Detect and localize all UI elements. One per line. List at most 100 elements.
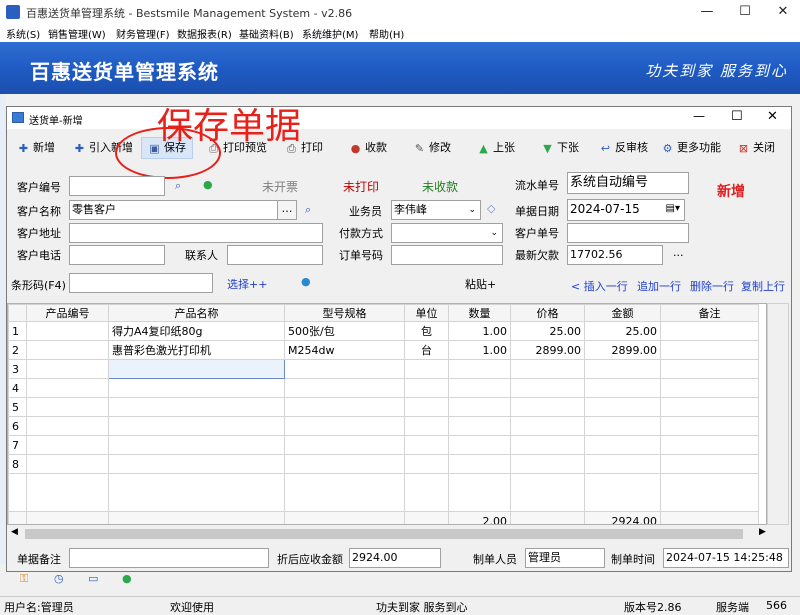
product-grid[interactable]: 产品编号 产品名称 型号规格 单位 数量 价格 金额 备注 1 得力A4复印纸8… (7, 303, 767, 525)
col-header-amount[interactable]: 金额 (584, 304, 661, 322)
edit-button[interactable]: ✎ 修改 (413, 137, 451, 159)
cell[interactable] (448, 454, 511, 474)
scroll-thumb[interactable] (25, 529, 743, 539)
table-row[interactable]: 4 (8, 378, 759, 398)
cell[interactable] (108, 397, 285, 417)
table-row[interactable]: 1 得力A4复印纸80g 500张/包 包 1.00 25.00 25.00 (8, 321, 759, 341)
cell[interactable] (108, 435, 285, 455)
cell-amount[interactable]: 25.00 (584, 321, 661, 341)
cell-remark[interactable] (660, 340, 759, 360)
cell[interactable] (584, 378, 661, 398)
cell[interactable] (284, 435, 405, 455)
col-header-price[interactable]: 价格 (510, 304, 585, 322)
key-icon[interactable]: ⚿ (20, 572, 28, 586)
menu-maintenance[interactable]: 系统维护(M) (302, 26, 358, 41)
window-maximize-button[interactable]: ☐ (731, 109, 743, 124)
search-icon[interactable]: ⌕ (305, 203, 311, 217)
clock-icon[interactable]: ◷ (54, 572, 64, 585)
next-button[interactable]: ▼ 下张 (541, 137, 579, 159)
order-no-field[interactable] (391, 245, 503, 265)
col-header-unit[interactable]: 单位 (404, 304, 449, 322)
grid-horizontal-scrollbar[interactable]: ◀ ▶ (7, 525, 789, 543)
scroll-left-icon[interactable]: ◀ (11, 527, 18, 537)
cell[interactable] (660, 454, 759, 474)
paste-button[interactable]: 粘贴+ (465, 276, 496, 292)
col-header-product-name[interactable]: 产品名称 (108, 304, 285, 322)
cell[interactable] (26, 378, 109, 398)
cell[interactable] (404, 454, 449, 474)
cell[interactable] (448, 435, 511, 455)
cell[interactable] (660, 378, 759, 398)
cell[interactable] (108, 454, 285, 474)
customer-phone-field[interactable] (69, 245, 165, 265)
cell[interactable] (284, 397, 405, 417)
delete-row-link[interactable]: 删除一行 (690, 278, 734, 294)
table-row[interactable]: 8 (8, 454, 759, 474)
eraser-icon[interactable]: ◇ (487, 202, 495, 215)
cell-product-code[interactable] (26, 340, 109, 360)
contact-field[interactable] (227, 245, 323, 265)
table-row[interactable]: 2 惠普彩色激光打印机 M254dw 台 1.00 2899.00 2899.0… (8, 340, 759, 360)
payment-method-select[interactable]: ⌄ (391, 223, 503, 243)
cell-amount[interactable]: 2899.00 (584, 340, 661, 360)
scroll-right-icon[interactable]: ▶ (759, 527, 766, 537)
cell[interactable] (448, 378, 511, 398)
cell[interactable] (26, 416, 109, 436)
insert-row-link[interactable]: < 插入一行 (571, 278, 628, 294)
cell-product-name[interactable]: 惠普彩色激光打印机 (108, 340, 285, 360)
cell[interactable] (284, 416, 405, 436)
customer-code-field[interactable] (69, 176, 165, 196)
debt-detail-button[interactable]: ... (673, 246, 684, 259)
window-minimize-button[interactable]: — (693, 109, 705, 123)
new-button[interactable]: ✚ 新增 (17, 137, 55, 159)
unaudit-button[interactable]: ↩ 反审核 (599, 137, 648, 159)
cell[interactable] (510, 416, 585, 436)
cell[interactable] (660, 397, 759, 417)
copy-row-link[interactable]: 复制上行 (741, 278, 785, 294)
cell-qty[interactable] (448, 359, 511, 379)
menu-sales[interactable]: 销售管理(W) (48, 26, 106, 41)
customer-name-field[interactable]: 零售客户 (69, 200, 279, 220)
cell-price[interactable]: 25.00 (510, 321, 585, 341)
cell-qty[interactable]: 1.00 (448, 321, 511, 341)
cell[interactable] (510, 378, 585, 398)
customer-browse-button[interactable]: … (277, 200, 297, 220)
cell-qty[interactable]: 1.00 (448, 340, 511, 360)
customer-addr-field[interactable] (69, 223, 323, 243)
close-button[interactable]: ⊠ 关闭 (737, 137, 775, 159)
cell-spec[interactable] (284, 359, 405, 379)
menu-finance[interactable]: 财务管理(F) (116, 26, 170, 41)
table-row[interactable]: 6 (8, 416, 759, 436)
more-functions-button[interactable]: ⚙ 更多功能 (661, 137, 721, 159)
cell-product-code[interactable] (26, 321, 109, 341)
cell-unit[interactable] (404, 359, 449, 379)
menu-reports[interactable]: 数据报表(R) (177, 26, 232, 41)
monitor-icon[interactable]: ▭ (88, 572, 98, 585)
menu-help[interactable]: 帮助(H) (369, 26, 404, 41)
cell[interactable] (510, 454, 585, 474)
cell-remark[interactable] (660, 321, 759, 341)
globe-icon[interactable]: ● (301, 275, 311, 288)
col-header-remark[interactable]: 备注 (660, 304, 759, 322)
append-row-link[interactable]: 追加一行 (637, 278, 681, 294)
receive-button[interactable]: ● 收款 (349, 137, 387, 159)
grid-vertical-scrollbar[interactable] (767, 303, 789, 525)
cell[interactable] (584, 435, 661, 455)
cell-amount[interactable] (584, 359, 661, 379)
cell[interactable] (26, 435, 109, 455)
cell[interactable] (26, 454, 109, 474)
menu-basic-data[interactable]: 基础资料(B) (239, 26, 294, 41)
cell[interactable] (404, 397, 449, 417)
cell[interactable] (660, 416, 759, 436)
cell[interactable] (284, 454, 405, 474)
cell-product-name[interactable]: 得力A4复印纸80g (108, 321, 285, 341)
cell[interactable] (448, 397, 511, 417)
cell[interactable] (660, 435, 759, 455)
refresh-icon[interactable]: ● (122, 572, 132, 585)
maximize-button[interactable]: ☐ (728, 0, 762, 24)
menu-system[interactable]: 系统(S) (6, 26, 40, 41)
col-header-product-code[interactable]: 产品编号 (26, 304, 109, 322)
table-row[interactable]: 3 (8, 359, 759, 379)
cell-price[interactable] (510, 359, 585, 379)
cell[interactable] (108, 378, 285, 398)
